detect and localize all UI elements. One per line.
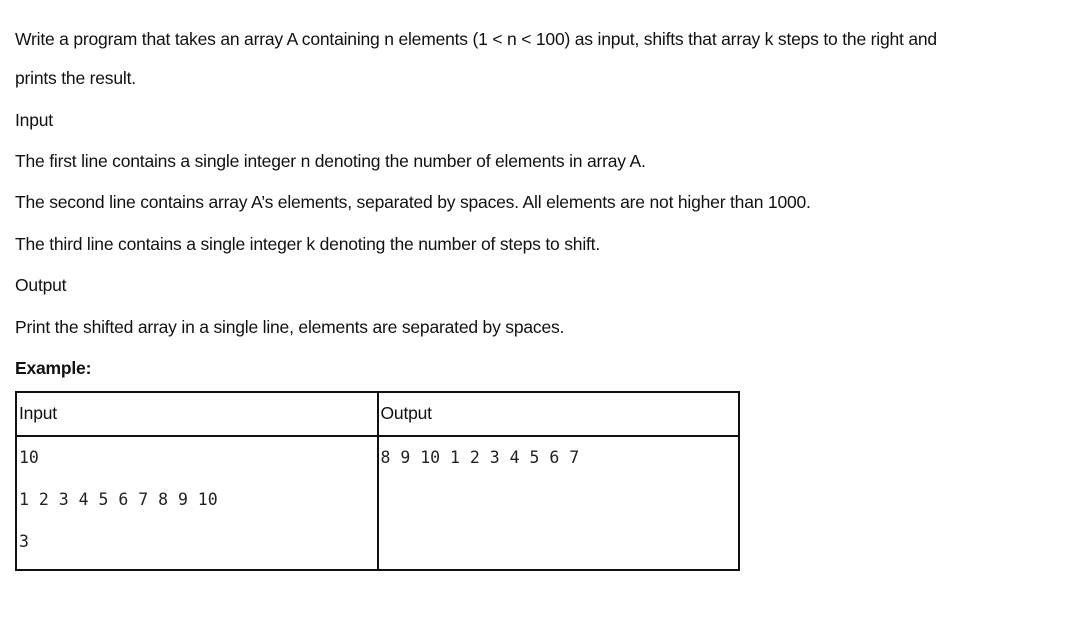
example-table-header-row: Input Output	[15, 391, 740, 437]
example-input-line-k: 3	[19, 532, 29, 551]
input-description-line-2: The second line contains array A’s eleme…	[15, 192, 811, 212]
example-input-header: Input	[15, 391, 379, 437]
example-heading: Example:	[15, 358, 92, 378]
example-table: Input Output 10 1 2 3 4 5 6 7 8 9 10 3 8…	[15, 391, 740, 571]
example-output-line-array: 8 9 10 1 2 3 4 5 6 7	[380, 448, 580, 467]
intro-line-2: prints the result.	[15, 68, 136, 88]
example-input-cell: 10 1 2 3 4 5 6 7 8 9 10 3	[15, 435, 379, 571]
example-output-cell: 8 9 10 1 2 3 4 5 6 7	[376, 435, 740, 571]
input-description-line-3: The third line contains a single integer…	[15, 234, 600, 254]
example-input-line-n: 10	[19, 448, 39, 467]
input-description-line-1: The first line contains a single integer…	[15, 151, 646, 171]
intro-line-1: Write a program that takes an array A co…	[15, 29, 937, 49]
output-heading: Output	[15, 275, 67, 295]
output-description-line-1: Print the shifted array in a single line…	[15, 317, 565, 337]
example-output-header: Output	[376, 391, 740, 437]
example-table-body-row: 10 1 2 3 4 5 6 7 8 9 10 3 8 9 10 1 2 3 4…	[15, 435, 740, 571]
input-heading: Input	[15, 110, 53, 130]
example-input-line-array: 1 2 3 4 5 6 7 8 9 10	[19, 490, 218, 509]
